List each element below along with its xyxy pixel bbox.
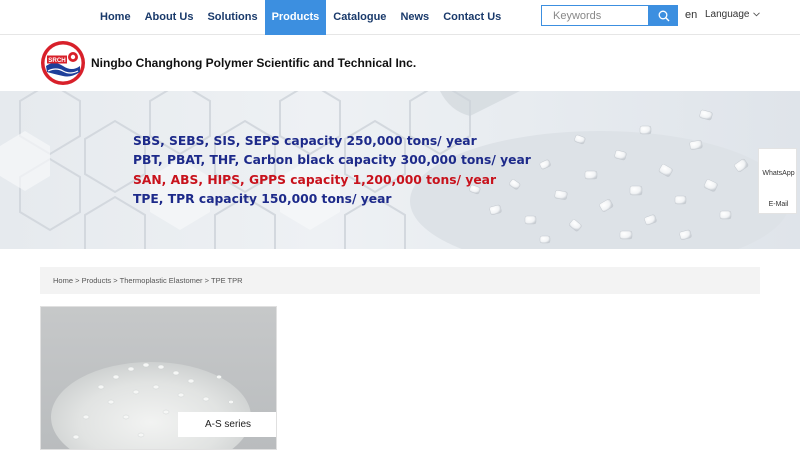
breadcrumb-home[interactable]: Home (53, 276, 73, 285)
chevron-down-icon (752, 12, 760, 17)
nav-contact-us[interactable]: Contact Us (436, 0, 508, 35)
search-input[interactable] (541, 5, 649, 26)
banner-text: SBS, SEBS, SIS, SEPS capacity 250,000 to… (133, 132, 531, 209)
banner-line-4: TPE, TPR capacity 150,000 tons/ year (133, 191, 392, 206)
top-navigation-bar: Home About Us Solutions Products Catalog… (0, 0, 800, 35)
email-link[interactable]: E-Mail (759, 201, 798, 208)
nav-solutions[interactable]: Solutions (200, 0, 264, 35)
search-button[interactable] (649, 5, 678, 26)
company-logo[interactable]: SRCH (40, 40, 86, 86)
nav-news[interactable]: News (393, 0, 436, 35)
search-icon (658, 10, 669, 21)
language-selector[interactable]: Language (705, 9, 760, 20)
nav-products[interactable]: Products (264, 0, 327, 35)
whatsapp-link[interactable]: WhatsApp (759, 170, 798, 177)
nav-about-us[interactable]: About Us (138, 0, 201, 35)
search-box (541, 5, 678, 26)
logo-text: SRCH (48, 57, 66, 64)
nav-home[interactable]: Home (93, 0, 138, 35)
hero-banner: SBS, SEBS, SIS, SEPS capacity 250,000 to… (0, 91, 800, 249)
banner-line-3: SAN, ABS, HIPS, GPPS capacity 1,200,000 … (133, 172, 497, 187)
site-header: SRCH Ningbo Changhong Polymer Scientific… (0, 35, 800, 91)
company-name: Ningbo Changhong Polymer Scientific and … (91, 56, 417, 70)
banner-line-1: SBS, SEBS, SIS, SEPS capacity 250,000 to… (133, 134, 477, 148)
current-language[interactable]: en (685, 9, 697, 21)
language-selector-label: Language (705, 9, 750, 20)
breadcrumb-products[interactable]: Products (82, 276, 112, 285)
breadcrumb-thermoplastic-elastomer[interactable]: Thermoplastic Elastomer (120, 276, 203, 285)
breadcrumb-tpe-tpr[interactable]: TPE TPR (211, 276, 243, 285)
product-caption: A-S series (178, 412, 276, 437)
banner-line-2: PBT, PBAT, THF, Carbon black capacity 30… (133, 153, 531, 168)
breadcrumb: Home > Products > Thermoplastic Elastome… (40, 267, 760, 294)
side-contact-float: WhatsApp E-Mail (758, 148, 797, 214)
product-card[interactable]: A-S series (40, 306, 277, 450)
nav-catalogue[interactable]: Catalogue (326, 0, 393, 35)
main-nav: Home About Us Solutions Products Catalog… (93, 0, 508, 35)
